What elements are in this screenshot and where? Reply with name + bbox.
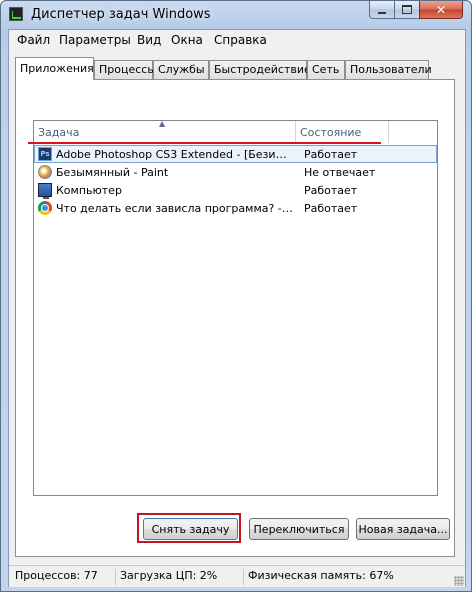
sort-ascending-icon: ▲ [159,119,166,128]
task-status: Работает [304,148,358,161]
menu-bar: Файл Параметры Вид Окна Справка [9,30,465,50]
task-status: Не отвечает [304,166,376,179]
photoshop-icon: Ps [38,147,52,161]
computer-icon [38,183,52,199]
tab-strip: Приложения Процессы Службы Быстродействи… [15,57,455,80]
task-row-computer[interactable]: Компьютер Работает [34,181,437,199]
close-button[interactable]: ✕ [419,1,463,19]
menu-view[interactable]: Вид [135,33,163,47]
client-area: Файл Параметры Вид Окна Справка Приложен… [8,29,466,587]
task-row-paint[interactable]: Безымянный - Paint Не отвечает [34,163,437,181]
tab-services[interactable]: Службы [153,60,209,79]
close-icon: ✕ [435,2,447,17]
annotation-underline [28,142,381,144]
task-name: Что делать если зависла программа? - Goo… [56,201,294,215]
tab-performance[interactable]: Быстродействие [209,60,311,79]
status-memory: Физическая память: 67% [243,569,394,585]
minimize-button[interactable] [369,1,395,19]
task-list[interactable]: ▲ Задача Состояние Ps Adobe Photoshop CS3… [33,119,438,496]
tab-network[interactable]: Сеть [307,60,345,79]
task-status: Работает [304,184,358,197]
minimize-icon [378,11,386,14]
title-bar[interactable]: Диспетчер задач Windows ✕ [1,1,471,29]
task-manager-window: Диспетчер задач Windows ✕ Файл Параметры… [0,0,472,592]
list-header: ▲ Задача Состояние [34,119,437,143]
menu-file[interactable]: Файл [15,33,52,47]
status-bar: Процессов: 77 Загрузка ЦП: 2% Физическая… [9,565,465,587]
task-name: Безымянный - Paint [56,165,169,179]
new-task-button[interactable]: Новая задача... [356,518,450,540]
status-cpu: Загрузка ЦП: 2% [115,569,217,585]
tab-applications[interactable]: Приложения [15,57,94,80]
end-task-button[interactable]: Снять задачу [143,518,238,540]
task-row-chrome[interactable]: Что делать если зависла программа? - Goo… [34,199,437,217]
paint-icon [38,165,52,179]
window-title: Диспетчер задач Windows [31,7,211,22]
maximize-button[interactable] [394,1,420,19]
tab-users[interactable]: Пользователи [345,60,432,79]
maximize-icon [402,5,412,14]
column-task-label: Задача [38,126,80,139]
column-task[interactable]: ▲ Задача [34,119,296,143]
tab-processes[interactable]: Процессы [94,60,156,79]
task-manager-icon [9,7,23,21]
switch-to-button[interactable]: Переключиться [249,518,349,540]
menu-options[interactable]: Параметры [57,33,133,47]
resize-grip-icon[interactable] [454,576,464,586]
column-status[interactable]: Состояние [296,121,389,143]
applications-panel: ▲ Задача Состояние Ps Adobe Photoshop CS3… [15,79,455,557]
menu-help[interactable]: Справка [212,33,269,47]
chrome-icon [38,201,52,215]
task-name: Компьютер [56,183,122,197]
status-processes: Процессов: 77 [15,569,98,582]
task-name: Adobe Photoshop CS3 Extended - [Безимени… [56,147,294,161]
task-status: Работает [304,202,358,215]
task-row-photoshop[interactable]: Ps Adobe Photoshop CS3 Extended - [Безиме… [34,145,437,163]
menu-windows[interactable]: Окна [169,33,205,47]
column-status-label: Состояние [300,126,362,139]
